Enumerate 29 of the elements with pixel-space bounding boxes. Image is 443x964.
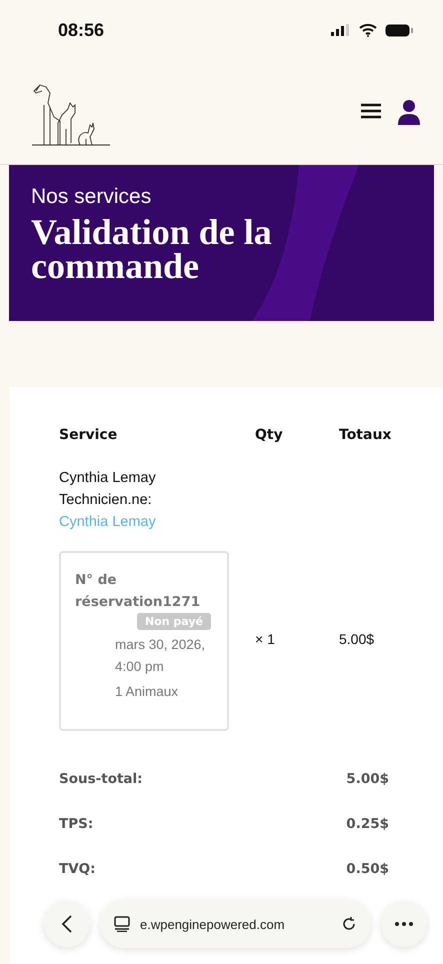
booking-number: N° de réservation1271 bbox=[75, 571, 202, 612]
total-value: 0.50$ bbox=[346, 861, 389, 879]
status-time: 08:56 bbox=[58, 20, 104, 40]
total-label: TVQ: bbox=[59, 861, 96, 879]
menu-icon bbox=[361, 102, 381, 118]
banner-subtitle: Nos services bbox=[31, 185, 152, 209]
total-cell-text: 5.00$ bbox=[339, 631, 376, 647]
user-icon[interactable] bbox=[397, 99, 421, 125]
reload-icon[interactable] bbox=[341, 916, 357, 932]
total-value: 5.00$ bbox=[346, 771, 389, 789]
column-header: Service bbox=[59, 427, 118, 445]
address-bar[interactable]: e.wpenginepowered.com bbox=[100, 900, 371, 948]
battery-icon bbox=[385, 24, 413, 36]
column-header: Qty bbox=[255, 427, 284, 445]
quantity-cell-text: × 1 bbox=[255, 631, 276, 647]
chevron-left-icon bbox=[62, 915, 72, 933]
page-title: Validation de la commande bbox=[31, 215, 273, 283]
total-label: Sous-total: bbox=[59, 771, 143, 789]
tabs-icon bbox=[114, 916, 130, 932]
url-text: e.wpenginepowered.com bbox=[140, 916, 286, 932]
more-icon bbox=[395, 922, 413, 926]
total-label: TPS: bbox=[59, 816, 94, 834]
wifi-icon bbox=[359, 24, 377, 36]
pet-count: 1 Animaux bbox=[115, 684, 180, 699]
total-value: 0.25$ bbox=[346, 816, 389, 834]
service-description: Cynthia Lemay Technicien.ne: Cynthia Lemay bbox=[59, 469, 157, 532]
booking-date: mars 30, 2026, 4:00 pm bbox=[115, 636, 206, 676]
signal-icon bbox=[331, 24, 351, 36]
column-header: Totaux bbox=[339, 427, 392, 445]
